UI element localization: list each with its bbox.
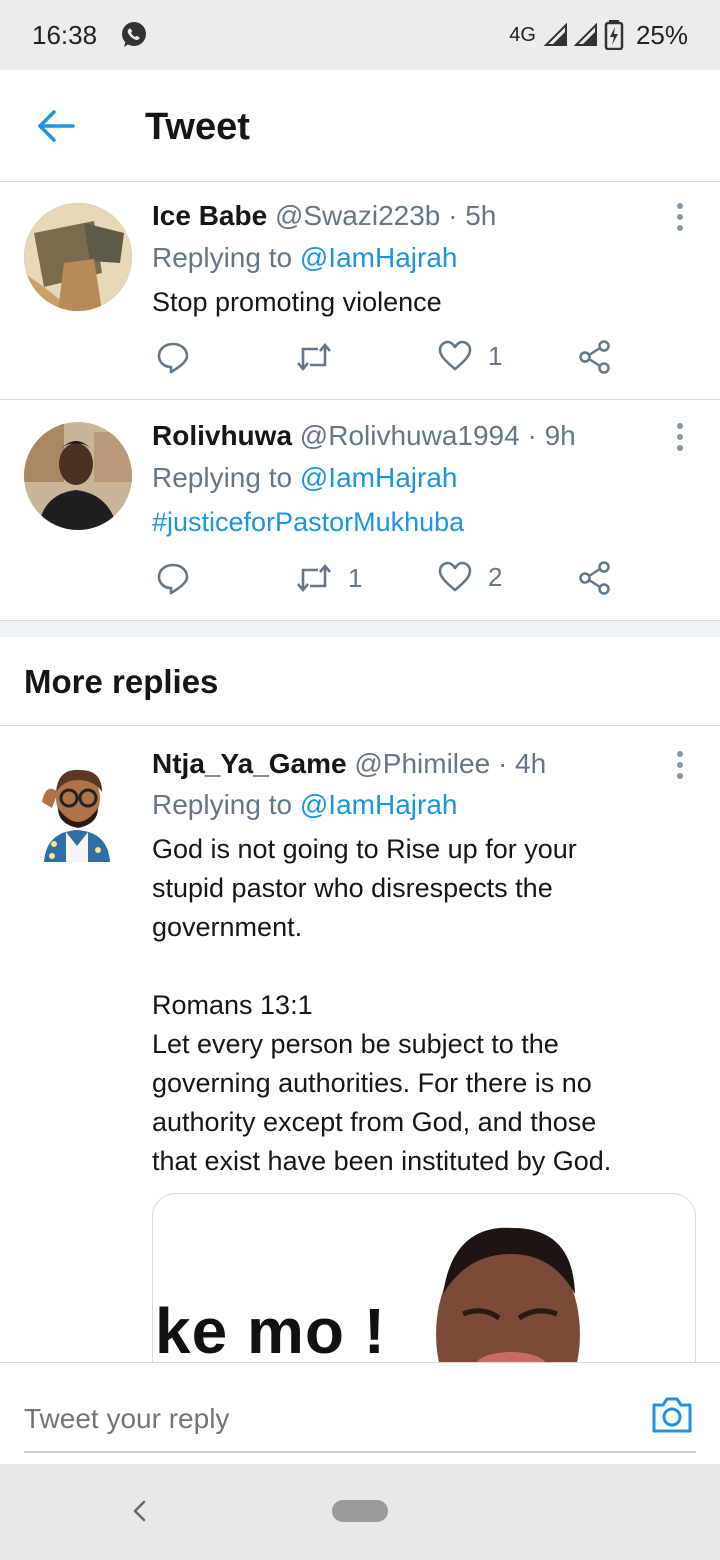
whatsapp-icon <box>122 22 147 47</box>
replying-to: Replying to @IamHajrah <box>152 789 457 821</box>
avatar-image <box>24 422 132 530</box>
user-name[interactable]: Rolivhuwa <box>152 420 292 451</box>
more-replies-header: More replies <box>0 637 720 726</box>
retweet-icon <box>297 563 331 593</box>
heart-icon <box>438 340 472 371</box>
reply-button[interactable] <box>156 340 190 374</box>
replying-to: Replying to @IamHajrah <box>152 462 457 494</box>
like-count: 1 <box>488 340 503 371</box>
text-line: authority except from God, and those <box>152 1107 597 1137</box>
hashtag-link[interactable]: #justiceforPastorMukhuba <box>152 503 672 542</box>
like-button[interactable]: 2 <box>438 561 502 593</box>
tweet[interactable]: Ice Babe @Swazi223b · 5h Replying to @Ia… <box>0 182 720 400</box>
avatar[interactable] <box>32 762 122 862</box>
app-header: Tweet <box>0 70 720 182</box>
battery-percent: 25% <box>635 19 688 50</box>
tweet-meta: Rolivhuwa @Rolivhuwa1994 · 9h <box>152 420 576 452</box>
tweet-actions: 1 2 <box>152 561 672 601</box>
avatar-image <box>32 762 122 862</box>
camera-icon[interactable] <box>650 1395 694 1435</box>
media-caption: ke mo ! <box>155 1295 387 1367</box>
status-right: 4G 25% <box>509 20 688 51</box>
page-title: Tweet <box>145 106 250 148</box>
signal-icon-2 <box>573 23 597 46</box>
signal-icon <box>543 23 567 46</box>
user-handle: @Rolivhuwa1994 · 9h <box>299 420 576 451</box>
tweet-text: God is not going to Rise up for your stu… <box>152 830 712 1181</box>
back-arrow-icon[interactable] <box>36 108 76 144</box>
user-name[interactable]: Ntja_Ya_Game <box>152 748 347 779</box>
retweet-button[interactable] <box>296 340 348 374</box>
tweet-text: Stop promoting violence <box>152 287 442 317</box>
replying-prefix: Replying to <box>152 789 300 820</box>
text-line: stupid pastor who disrespects the <box>152 873 553 903</box>
more-options-icon[interactable] <box>672 750 688 780</box>
avatar[interactable] <box>24 422 132 530</box>
mention-link[interactable]: @IamHajrah <box>300 462 458 493</box>
network-type: 4G <box>509 23 536 46</box>
text-line: governing authorities. For there is no <box>152 1068 592 1098</box>
reply-icon <box>157 342 189 374</box>
tweet-actions: 1 <box>152 340 672 380</box>
user-handle: @Swazi223b · 5h <box>274 200 497 231</box>
status-bar: 16:38 4G 25% <box>0 0 720 70</box>
nav-back-icon[interactable] <box>128 1496 150 1526</box>
section-title: More replies <box>24 663 219 700</box>
text-line <box>152 947 712 986</box>
like-count: 2 <box>488 561 503 592</box>
share-icon <box>579 340 610 374</box>
reply-icon <box>157 563 189 595</box>
mention-link[interactable]: @IamHajrah <box>300 789 458 820</box>
battery-icon <box>604 20 624 50</box>
share-button[interactable] <box>578 561 612 595</box>
share-button[interactable] <box>578 340 612 374</box>
tweet-meta: Ice Babe @Swazi223b · 5h <box>152 200 496 232</box>
share-icon <box>579 561 610 595</box>
system-nav-bar <box>0 1464 720 1560</box>
avatar[interactable] <box>24 203 132 311</box>
tweet[interactable]: Rolivhuwa @Rolivhuwa1994 · 9h Replying t… <box>0 400 720 621</box>
retweet-count: 1 <box>348 562 363 593</box>
reply-composer <box>0 1362 720 1464</box>
home-pill[interactable] <box>332 1500 388 1522</box>
status-time: 16:38 <box>32 19 98 50</box>
text-line: that exist have been instituted by God. <box>152 1146 612 1176</box>
text-line: Let every person be subject to the <box>152 1029 559 1059</box>
tweet-meta: Ntja_Ya_Game @Phimilee · 4h <box>152 748 546 780</box>
section-divider <box>0 621 720 637</box>
reply-button[interactable] <box>156 561 190 595</box>
reply-input[interactable] <box>24 1387 696 1453</box>
replying-to: Replying to @IamHajrah <box>152 242 457 274</box>
more-options-icon[interactable] <box>672 422 688 452</box>
replying-prefix: Replying to <box>152 462 300 493</box>
avatar-image <box>24 203 132 311</box>
replying-prefix: Replying to <box>152 242 300 273</box>
user-handle: @Phimilee · 4h <box>354 748 547 779</box>
mention-link[interactable]: @IamHajrah <box>300 242 458 273</box>
like-button[interactable]: 1 <box>438 340 502 372</box>
user-name[interactable]: Ice Babe <box>152 200 267 231</box>
more-options-icon[interactable] <box>672 202 688 232</box>
text-line: government. <box>152 912 303 942</box>
text-line: God is not going to Rise up for your <box>152 834 577 864</box>
text-line: Romans 13:1 <box>152 990 313 1020</box>
retweet-button[interactable]: 1 <box>296 561 362 595</box>
retweet-icon <box>297 342 331 372</box>
heart-icon <box>438 561 472 592</box>
